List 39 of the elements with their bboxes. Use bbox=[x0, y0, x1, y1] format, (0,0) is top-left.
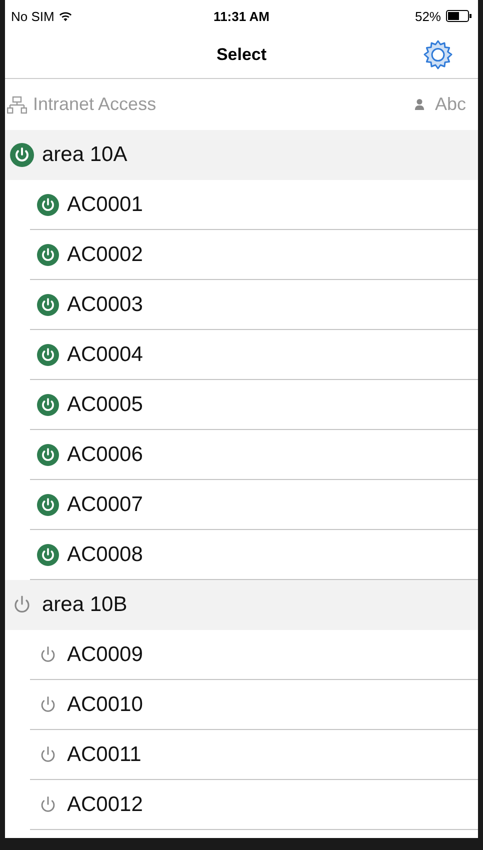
connection-label: Intranet Access bbox=[33, 94, 156, 115]
device-name: AC0012 bbox=[67, 792, 143, 816]
device-row[interactable]: AC0009 bbox=[30, 630, 478, 680]
device-name: AC0001 bbox=[67, 192, 143, 216]
group-name: area 10B bbox=[42, 593, 128, 617]
group-name: area 10A bbox=[42, 143, 128, 167]
device-row[interactable]: AC0012 bbox=[30, 780, 478, 830]
device-row[interactable]: AC0010 bbox=[30, 680, 478, 730]
device-name: AC0008 bbox=[67, 542, 143, 566]
device-row[interactable]: AC0001 bbox=[30, 180, 478, 230]
settings-icon bbox=[422, 39, 454, 71]
device-name: AC0009 bbox=[67, 642, 143, 666]
device-row[interactable]: AC0004 bbox=[30, 330, 478, 380]
user-icon bbox=[414, 98, 425, 111]
device-row[interactable]: AC0005 bbox=[30, 380, 478, 430]
status-time: 11:31 AM bbox=[214, 8, 270, 24]
device-row[interactable]: AC0003 bbox=[30, 280, 478, 330]
device-name: AC0003 bbox=[67, 292, 143, 316]
carrier-label: No SIM bbox=[11, 8, 54, 24]
device-name: AC0002 bbox=[67, 242, 143, 266]
device-name: AC0010 bbox=[67, 692, 143, 716]
device-name: AC0006 bbox=[67, 442, 143, 466]
network-icon bbox=[7, 96, 27, 114]
page-title: Select bbox=[216, 45, 267, 65]
device-row[interactable]: AC0011 bbox=[30, 730, 478, 780]
settings-button[interactable] bbox=[422, 39, 454, 71]
device-name: AC0004 bbox=[67, 342, 143, 366]
group-header[interactable]: area 10B bbox=[5, 580, 478, 630]
device-row[interactable]: AC0006 bbox=[30, 430, 478, 480]
device-row[interactable]: AC0002 bbox=[30, 230, 478, 280]
battery-icon bbox=[446, 10, 472, 22]
device-name: AC0005 bbox=[67, 392, 143, 416]
group-header[interactable]: area 10A bbox=[5, 130, 478, 180]
wifi-icon bbox=[59, 10, 72, 22]
device-name: AC0007 bbox=[67, 492, 143, 516]
device-name: AC0011 bbox=[67, 742, 142, 766]
user-name: Abc bbox=[434, 94, 466, 115]
device-row[interactable]: AC0007 bbox=[30, 480, 478, 530]
battery-percent: 52% bbox=[414, 8, 441, 24]
